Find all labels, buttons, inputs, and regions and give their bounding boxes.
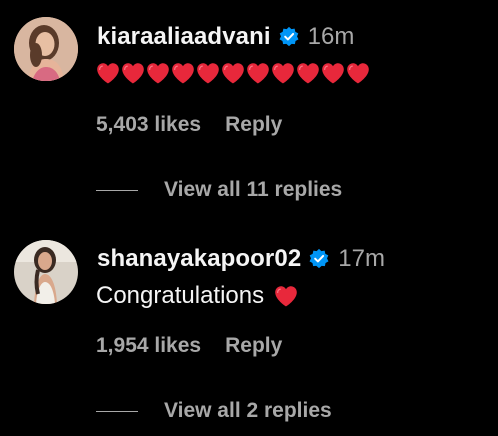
red-heart-icon <box>296 62 320 84</box>
username[interactable]: kiaraaliaadvani <box>97 23 271 51</box>
red-heart-icon <box>246 62 270 84</box>
comment-header: shanayakapoor02 17m <box>97 244 385 274</box>
username[interactable]: shanayakapoor02 <box>97 245 301 273</box>
red-heart-icon <box>171 62 195 84</box>
red-heart-icon <box>146 62 170 84</box>
timestamp: 16m <box>307 23 355 50</box>
red-heart-icon <box>96 62 120 84</box>
replies-divider <box>96 189 138 191</box>
avatar[interactable] <box>14 17 78 81</box>
comment-text-content: Congratulations <box>96 282 265 309</box>
red-heart-icon <box>321 62 345 84</box>
timestamp: 17m <box>338 245 385 272</box>
comment-meta: 5,403 likes Reply <box>96 112 282 138</box>
red-heart-icon <box>346 62 370 84</box>
view-replies-label: View all 11 replies <box>164 178 343 201</box>
red-heart-icon <box>121 62 145 84</box>
red-heart-icon <box>221 62 245 84</box>
comment-header: kiaraaliaadvani 16m <box>97 22 354 52</box>
red-heart-icon <box>271 62 295 84</box>
view-replies-button[interactable]: View all 2 replies <box>96 398 332 424</box>
red-heart-icon <box>196 62 220 84</box>
verified-badge-icon <box>278 26 300 48</box>
comment-meta: 1,954 likes Reply <box>96 333 282 359</box>
verified-badge-icon <box>308 248 330 270</box>
emoji-row <box>96 62 370 84</box>
replies-divider <box>96 410 138 412</box>
comment-text <box>96 60 370 86</box>
likes-count[interactable]: 1,954 likes <box>96 334 201 358</box>
reply-button[interactable]: Reply <box>225 334 282 358</box>
likes-count[interactable]: 5,403 likes <box>96 113 201 137</box>
comment-text: Congratulations <box>96 281 298 311</box>
avatar[interactable] <box>14 240 78 304</box>
reply-button[interactable]: Reply <box>225 113 282 137</box>
view-replies-label: View all 2 replies <box>164 399 332 422</box>
view-replies-button[interactable]: View all 11 replies <box>96 177 342 203</box>
red-heart-icon <box>274 285 298 307</box>
